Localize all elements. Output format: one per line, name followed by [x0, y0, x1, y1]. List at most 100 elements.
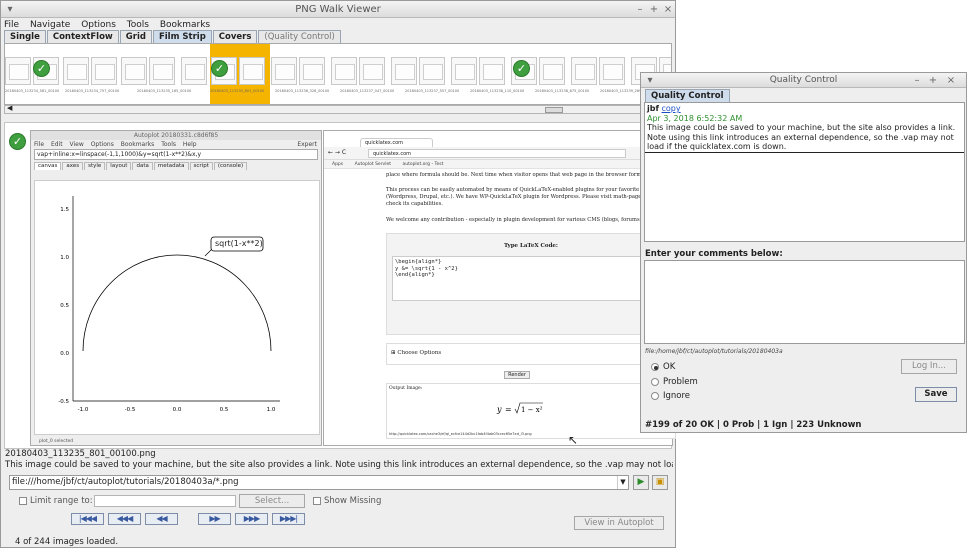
ap-menu-item: Edit	[50, 141, 63, 148]
thumbnail[interactable]	[539, 57, 565, 85]
tab-single[interactable]: Single	[4, 30, 46, 43]
browser-nav-icons: ← → C	[328, 149, 347, 156]
radio-icon[interactable]	[651, 391, 659, 400]
main-titlebar[interactable]: ▾ PNG Walk Viewer – + ×	[1, 1, 675, 18]
window-menu-icon[interactable]: ▾	[3, 1, 17, 18]
qc-titlebar[interactable]: ▾ Quality Control – + ×	[641, 73, 966, 88]
thumbnail[interactable]	[571, 57, 597, 85]
checkbox-icon[interactable]	[313, 496, 321, 505]
image-viewer[interactable]: ✓ Autoplot 20180331.c8d6f85 File Edit Vi…	[4, 122, 676, 449]
thumbnail[interactable]	[391, 57, 417, 85]
semicircle-plot: 1.5 1.0 0.5 0.0 -0.5 -1.0 -0.5 0.0 0.5 1…	[58, 196, 280, 413]
output-link: http://quicklatex.com/cache3/ef/ql_ecfce…	[389, 432, 532, 436]
show-missing-checkbox[interactable]: Show Missing	[313, 496, 381, 506]
first-button[interactable]: |◀◀◀	[71, 513, 104, 525]
film-strip-scrollbar[interactable]: ◀	[4, 104, 672, 114]
thumbnail[interactable]	[359, 57, 385, 85]
copy-link[interactable]: copy	[662, 104, 681, 113]
tab-quality-control[interactable]: (Quality Control)	[258, 30, 341, 43]
ap-uri-field: vap+inline:x=linspace(-1,1,1000)&y=sqrt(…	[34, 149, 318, 160]
menu-options[interactable]: Options	[81, 20, 116, 30]
film-strip[interactable]: ✓ ✓ ✓ 20180403_113234_581_00100 20180403…	[4, 43, 672, 105]
prev-button[interactable]: ◀◀	[145, 513, 178, 525]
ap-tab: script	[189, 162, 213, 170]
maximize-icon[interactable]: +	[647, 1, 661, 18]
thumbnail[interactable]	[299, 57, 325, 85]
thumbnail[interactable]	[479, 57, 505, 85]
image-description: This image could be saved to your machin…	[5, 460, 673, 470]
x-tick: 1.0	[267, 407, 276, 413]
thumbnail[interactable]	[149, 57, 175, 85]
thumbnail[interactable]	[271, 57, 297, 85]
menu-tools[interactable]: Tools	[127, 20, 149, 30]
thumbnail[interactable]	[419, 57, 445, 85]
limit-range-label: Limit range to:	[30, 496, 93, 506]
svg-text:=: =	[505, 405, 512, 414]
x-tick: -1.0	[78, 407, 89, 413]
thumbnail[interactable]	[181, 57, 207, 85]
page-back-button[interactable]: ◀◀◀	[108, 513, 141, 525]
close-icon[interactable]: ×	[661, 1, 675, 18]
thumbnail[interactable]	[331, 57, 357, 85]
last-button[interactable]: ▶▶▶|	[272, 513, 305, 525]
menu-navigate[interactable]: Navigate	[30, 20, 70, 30]
thumbnail[interactable]	[63, 57, 89, 85]
minimize-icon[interactable]: –	[633, 1, 647, 18]
login-button[interactable]: Log In...	[901, 359, 957, 374]
tab-contextflow[interactable]: ContextFlow	[46, 30, 119, 43]
thumbnail-caption: 20180403_113236_328_00100	[275, 89, 330, 93]
thumbnail[interactable]	[239, 57, 265, 85]
qc-tab[interactable]: Quality Control	[645, 89, 730, 102]
radio-problem[interactable]: Problem	[651, 377, 698, 387]
bookmark: Autoplot Servlet	[354, 162, 392, 167]
browser-toolbar: ← → C quicklatex.com ☆ ⋮	[324, 147, 674, 160]
thumbnail[interactable]	[91, 57, 117, 85]
tab-film-strip[interactable]: Film Strip	[152, 30, 212, 43]
minimize-icon[interactable]: –	[910, 73, 924, 88]
menu-file[interactable]: File	[4, 20, 19, 30]
browser-address: quicklatex.com	[368, 149, 626, 158]
checkbox-icon[interactable]	[19, 496, 27, 505]
ap-tab: canvas	[34, 162, 62, 170]
qc-status: #199 of 20 OK | 0 Prob | 1 Ign | 223 Unk…	[645, 420, 862, 430]
radio-icon[interactable]	[651, 362, 659, 371]
maximize-icon[interactable]: +	[926, 73, 940, 88]
thumbnail[interactable]	[5, 57, 31, 85]
tab-grid[interactable]: Grid	[119, 30, 152, 43]
folder-icon[interactable]: ▣	[652, 475, 668, 490]
go-button[interactable]: ▶	[633, 475, 649, 490]
thumbnail[interactable]	[599, 57, 625, 85]
thumbnail[interactable]	[451, 57, 477, 85]
url-input[interactable]: file:///home/jbf/ct/autoplot/tutorials/2…	[9, 475, 629, 490]
thumbnail-caption: 20180403_113238_110_00100	[470, 89, 525, 93]
thumbnail[interactable]	[121, 57, 147, 85]
x-tick: 0.5	[220, 407, 229, 413]
ap-status: plot_0 selected	[39, 439, 74, 444]
radio-ignore[interactable]: Ignore	[651, 391, 690, 401]
view-in-autoplot-button[interactable]: View in Autoplot	[574, 516, 664, 530]
comments-textarea[interactable]	[644, 260, 965, 344]
radio-icon[interactable]	[651, 377, 659, 386]
ap-tab: layout	[106, 162, 132, 170]
browser-bookmarks: Apps Autoplot Servlet autoplot.org - Tes…	[324, 160, 674, 169]
quality-control-window: ▾ Quality Control – + × Quality Control …	[640, 72, 967, 433]
tab-covers[interactable]: Covers	[212, 30, 258, 43]
scroll-left-icon[interactable]: ◀	[7, 104, 12, 112]
next-button[interactable]: ▶▶	[198, 513, 231, 525]
page-forward-button[interactable]: ▶▶▶	[235, 513, 268, 525]
scrollbar-knob[interactable]	[545, 107, 563, 113]
radio-ok[interactable]: OK	[651, 362, 675, 372]
url-dropdown-icon[interactable]: ▼	[617, 476, 628, 489]
radio-problem-label: Problem	[663, 377, 698, 387]
menu-bookmarks[interactable]: Bookmarks	[160, 20, 210, 30]
close-icon[interactable]: ×	[944, 73, 958, 88]
ap-tab: data	[132, 162, 153, 170]
window-menu-icon[interactable]: ▾	[643, 73, 657, 88]
limit-range-checkbox[interactable]: Limit range to:	[19, 496, 93, 506]
ok-check-icon: ✓	[211, 60, 228, 77]
limit-range-input[interactable]	[94, 495, 236, 507]
qc-history-text: This image could be saved to your machin…	[647, 123, 956, 151]
save-button[interactable]: Save	[915, 387, 957, 402]
status-bar: 4 of 244 images loaded.	[15, 537, 119, 547]
select-button[interactable]: Select...	[239, 494, 305, 508]
